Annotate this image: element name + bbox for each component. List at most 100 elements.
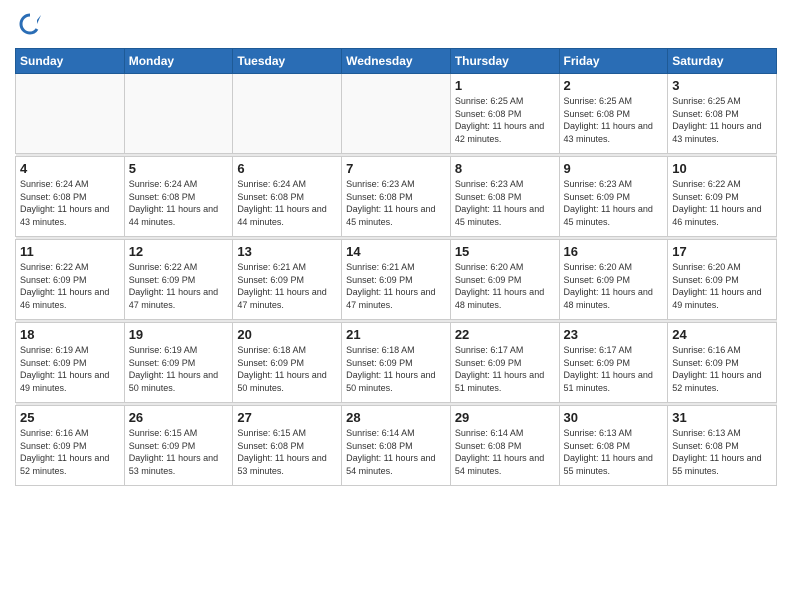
day-number: 28 xyxy=(346,410,446,425)
day-cell: 18 Sunrise: 6:19 AMSunset: 6:09 PMDayligh… xyxy=(16,323,125,403)
day-number: 25 xyxy=(20,410,120,425)
day-number: 29 xyxy=(455,410,555,425)
week-row-4: 18 Sunrise: 6:19 AMSunset: 6:09 PMDayligh… xyxy=(16,323,777,403)
day-info: Sunrise: 6:18 AMSunset: 6:09 PMDaylight:… xyxy=(346,344,446,394)
day-number: 2 xyxy=(564,78,664,93)
day-number: 7 xyxy=(346,161,446,176)
day-info: Sunrise: 6:14 AMSunset: 6:08 PMDaylight:… xyxy=(455,427,555,477)
header-day-sunday: Sunday xyxy=(16,49,125,74)
day-info: Sunrise: 6:23 AMSunset: 6:08 PMDaylight:… xyxy=(455,178,555,228)
day-info: Sunrise: 6:19 AMSunset: 6:09 PMDaylight:… xyxy=(20,344,120,394)
week-row-2: 4 Sunrise: 6:24 AMSunset: 6:08 PMDaylight… xyxy=(16,157,777,237)
week-row-5: 25 Sunrise: 6:16 AMSunset: 6:09 PMDayligh… xyxy=(16,406,777,486)
day-cell: 1 Sunrise: 6:25 AMSunset: 6:08 PMDaylight… xyxy=(450,74,559,154)
day-cell: 16 Sunrise: 6:20 AMSunset: 6:09 PMDayligh… xyxy=(559,240,668,320)
logo-icon xyxy=(15,10,45,40)
day-info: Sunrise: 6:25 AMSunset: 6:08 PMDaylight:… xyxy=(672,95,772,145)
day-info: Sunrise: 6:19 AMSunset: 6:09 PMDaylight:… xyxy=(129,344,229,394)
day-cell: 2 Sunrise: 6:25 AMSunset: 6:08 PMDaylight… xyxy=(559,74,668,154)
day-cell: 14 Sunrise: 6:21 AMSunset: 6:09 PMDayligh… xyxy=(342,240,451,320)
day-cell: 4 Sunrise: 6:24 AMSunset: 6:08 PMDaylight… xyxy=(16,157,125,237)
day-cell: 7 Sunrise: 6:23 AMSunset: 6:08 PMDaylight… xyxy=(342,157,451,237)
day-cell: 13 Sunrise: 6:21 AMSunset: 6:09 PMDayligh… xyxy=(233,240,342,320)
day-number: 11 xyxy=(20,244,120,259)
calendar-table: SundayMondayTuesdayWednesdayThursdayFrid… xyxy=(15,48,777,486)
day-info: Sunrise: 6:13 AMSunset: 6:08 PMDaylight:… xyxy=(564,427,664,477)
day-number: 6 xyxy=(237,161,337,176)
day-info: Sunrise: 6:18 AMSunset: 6:09 PMDaylight:… xyxy=(237,344,337,394)
day-cell: 31 Sunrise: 6:13 AMSunset: 6:08 PMDayligh… xyxy=(668,406,777,486)
day-cell: 23Sunrise: 6:17 AMSunset: 6:09 PMDayligh… xyxy=(559,323,668,403)
day-info: Sunrise: 6:20 AMSunset: 6:09 PMDaylight:… xyxy=(672,261,772,311)
day-info: Sunrise: 6:15 AMSunset: 6:08 PMDaylight:… xyxy=(237,427,337,477)
day-number: 16 xyxy=(564,244,664,259)
day-number: 14 xyxy=(346,244,446,259)
day-cell: 30 Sunrise: 6:13 AMSunset: 6:08 PMDayligh… xyxy=(559,406,668,486)
day-cell: 9 Sunrise: 6:23 AMSunset: 6:09 PMDaylight… xyxy=(559,157,668,237)
week-row-1: 1 Sunrise: 6:25 AMSunset: 6:08 PMDaylight… xyxy=(16,74,777,154)
day-cell: 19Sunrise: 6:19 AMSunset: 6:09 PMDayligh… xyxy=(124,323,233,403)
day-cell: 22Sunrise: 6:17 AMSunset: 6:09 PMDayligh… xyxy=(450,323,559,403)
day-info: Sunrise: 6:24 AMSunset: 6:08 PMDaylight:… xyxy=(129,178,229,228)
day-cell: 11 Sunrise: 6:22 AMSunset: 6:09 PMDayligh… xyxy=(16,240,125,320)
day-number: 24 xyxy=(672,327,772,342)
header-day-wednesday: Wednesday xyxy=(342,49,451,74)
day-info: Sunrise: 6:25 AMSunset: 6:08 PMDaylight:… xyxy=(564,95,664,145)
main-container: SundayMondayTuesdayWednesdayThursdayFrid… xyxy=(0,0,792,491)
header xyxy=(15,10,777,40)
day-number: 30 xyxy=(564,410,664,425)
day-number: 9 xyxy=(564,161,664,176)
day-number: 10 xyxy=(672,161,772,176)
day-cell: 20 Sunrise: 6:18 AMSunset: 6:09 PMDayligh… xyxy=(233,323,342,403)
day-info: Sunrise: 6:20 AMSunset: 6:09 PMDaylight:… xyxy=(455,261,555,311)
header-day-saturday: Saturday xyxy=(668,49,777,74)
day-cell: 26 Sunrise: 6:15 AMSunset: 6:09 PMDayligh… xyxy=(124,406,233,486)
day-info: Sunrise: 6:23 AMSunset: 6:08 PMDaylight:… xyxy=(346,178,446,228)
day-cell xyxy=(16,74,125,154)
day-info: Sunrise: 6:24 AMSunset: 6:08 PMDaylight:… xyxy=(237,178,337,228)
day-number: 31 xyxy=(672,410,772,425)
day-info: Sunrise: 6:20 AMSunset: 6:09 PMDaylight:… xyxy=(564,261,664,311)
day-number: 4 xyxy=(20,161,120,176)
day-info: Sunrise: 6:13 AMSunset: 6:08 PMDaylight:… xyxy=(672,427,772,477)
day-cell xyxy=(233,74,342,154)
day-cell xyxy=(342,74,451,154)
day-info: Sunrise: 6:16 AMSunset: 6:09 PMDaylight:… xyxy=(20,427,120,477)
day-info: Sunrise: 6:24 AMSunset: 6:08 PMDaylight:… xyxy=(20,178,120,228)
day-number: 3 xyxy=(672,78,772,93)
week-row-3: 11 Sunrise: 6:22 AMSunset: 6:09 PMDayligh… xyxy=(16,240,777,320)
header-day-monday: Monday xyxy=(124,49,233,74)
day-info: Sunrise: 6:22 AMSunset: 6:09 PMDaylight:… xyxy=(20,261,120,311)
day-cell: 27 Sunrise: 6:15 AMSunset: 6:08 PMDayligh… xyxy=(233,406,342,486)
day-number: 21 xyxy=(346,327,446,342)
day-number: 27 xyxy=(237,410,337,425)
logo xyxy=(15,10,49,40)
day-info: Sunrise: 6:17 AMSunset: 6:09 PMDaylight:… xyxy=(455,344,555,394)
day-info: Sunrise: 6:23 AMSunset: 6:09 PMDaylight:… xyxy=(564,178,664,228)
day-cell xyxy=(124,74,233,154)
day-cell: 3 Sunrise: 6:25 AMSunset: 6:08 PMDaylight… xyxy=(668,74,777,154)
day-number: 5 xyxy=(129,161,229,176)
day-cell: 25 Sunrise: 6:16 AMSunset: 6:09 PMDayligh… xyxy=(16,406,125,486)
day-info: Sunrise: 6:17 AMSunset: 6:09 PMDaylight:… xyxy=(564,344,664,394)
day-cell: 10 Sunrise: 6:22 AMSunset: 6:09 PMDayligh… xyxy=(668,157,777,237)
day-info: Sunrise: 6:22 AMSunset: 6:09 PMDaylight:… xyxy=(672,178,772,228)
day-number: 17 xyxy=(672,244,772,259)
day-number: 20 xyxy=(237,327,337,342)
day-number: 18 xyxy=(20,327,120,342)
day-number: 13 xyxy=(237,244,337,259)
day-number: 26 xyxy=(129,410,229,425)
day-info: Sunrise: 6:16 AMSunset: 6:09 PMDaylight:… xyxy=(672,344,772,394)
day-number: 1 xyxy=(455,78,555,93)
day-info: Sunrise: 6:21 AMSunset: 6:09 PMDaylight:… xyxy=(237,261,337,311)
day-cell: 8Sunrise: 6:23 AMSunset: 6:08 PMDaylight… xyxy=(450,157,559,237)
day-info: Sunrise: 6:21 AMSunset: 6:09 PMDaylight:… xyxy=(346,261,446,311)
day-info: Sunrise: 6:25 AMSunset: 6:08 PMDaylight:… xyxy=(455,95,555,145)
day-cell: 12Sunrise: 6:22 AMSunset: 6:09 PMDayligh… xyxy=(124,240,233,320)
day-cell: 17 Sunrise: 6:20 AMSunset: 6:09 PMDayligh… xyxy=(668,240,777,320)
day-cell: 29 Sunrise: 6:14 AMSunset: 6:08 PMDayligh… xyxy=(450,406,559,486)
day-info: Sunrise: 6:14 AMSunset: 6:08 PMDaylight:… xyxy=(346,427,446,477)
day-cell: 6 Sunrise: 6:24 AMSunset: 6:08 PMDaylight… xyxy=(233,157,342,237)
day-info: Sunrise: 6:15 AMSunset: 6:09 PMDaylight:… xyxy=(129,427,229,477)
header-day-thursday: Thursday xyxy=(450,49,559,74)
